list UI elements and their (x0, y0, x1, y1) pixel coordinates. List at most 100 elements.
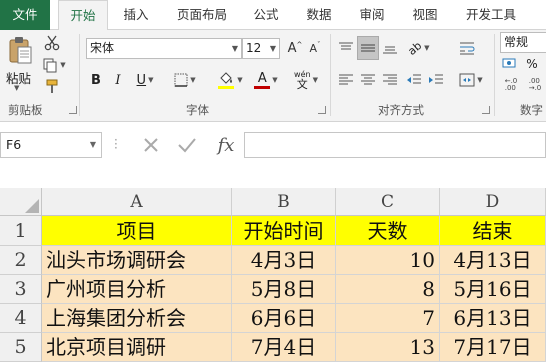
cut-icon[interactable] (42, 34, 62, 52)
merge-center-icon[interactable]: ▼ (456, 70, 486, 90)
tab-review[interactable]: 审阅 (352, 0, 392, 30)
font-color-button[interactable]: A ▼ (250, 68, 282, 92)
cell-b4[interactable]: 6月6日 (232, 304, 336, 333)
tab-insert[interactable]: 插入 (116, 0, 156, 30)
cell-c4[interactable]: 7 (336, 304, 440, 333)
group-divider (494, 34, 495, 116)
column-header-a[interactable]: A (42, 188, 232, 216)
align-right-icon[interactable] (380, 70, 400, 90)
copy-icon[interactable]: ▼ (42, 56, 66, 74)
enter-check-icon[interactable] (176, 134, 198, 156)
font-launcher-icon[interactable] (318, 106, 326, 114)
cell-b3[interactable]: 5月8日 (232, 275, 336, 304)
cell-a4[interactable]: 上海集团分析会 (42, 304, 232, 333)
cell-b1[interactable]: 开始时间 (232, 216, 336, 246)
wrap-text-icon[interactable] (456, 38, 478, 58)
column-header-b[interactable]: B (232, 188, 336, 216)
ribbon: 粘贴 ▼ ▼ 剪贴板 宋体 ▼ 12 ▼ A ^ Aˇ B I U ▼ ▼ ▼ … (0, 30, 546, 122)
formula-input[interactable] (244, 132, 546, 158)
row-header-5[interactable]: 5 (0, 333, 42, 362)
decrease-decimal-icon[interactable]: .00 →.0 (524, 76, 546, 94)
cell-c2[interactable]: 10 (336, 246, 440, 275)
cell-d5[interactable]: 7月17日 (440, 333, 546, 362)
borders-icon (174, 73, 188, 87)
orientation-icon[interactable]: ab ▼ (404, 38, 434, 58)
align-left-icon[interactable] (336, 70, 356, 90)
cell-c1[interactable]: 天数 (336, 216, 440, 246)
italic-button[interactable]: I (110, 70, 126, 90)
select-all-corner[interactable] (0, 188, 42, 216)
decrease-indent-icon[interactable] (404, 70, 424, 90)
cell-a5[interactable]: 北京项目调研 (42, 333, 232, 362)
cell-d2[interactable]: 4月13日 (440, 246, 546, 275)
caret-down-icon: ˇ (317, 40, 321, 49)
paste-dropdown-icon[interactable]: ▼ (14, 84, 19, 92)
font-name-value: 宋体 (90, 41, 115, 55)
cell-c5[interactable]: 13 (336, 333, 440, 362)
align-top-icon[interactable] (336, 38, 356, 58)
percent-icon[interactable]: % (522, 56, 542, 72)
row-header-1[interactable]: 1 (0, 216, 42, 246)
name-box-value: F6 (6, 137, 22, 152)
tab-developer[interactable]: 开发工具 (458, 0, 524, 30)
group-divider (330, 34, 331, 116)
align-bottom-icon[interactable] (380, 38, 400, 58)
grow-font-button[interactable]: A ^ (286, 38, 304, 59)
shrink-font-button[interactable]: Aˇ (306, 38, 324, 59)
paste-icon[interactable] (6, 36, 36, 66)
cell-c3[interactable]: 8 (336, 275, 440, 304)
number-format-select[interactable]: 常规 (500, 32, 546, 53)
font-color-swatch (254, 85, 271, 89)
fx-icon: fx (217, 134, 235, 156)
cell-b2[interactable]: 4月3日 (232, 246, 336, 275)
tab-data[interactable]: 数据 (298, 0, 340, 30)
underline-button[interactable]: U ▼ (130, 70, 160, 90)
tab-file[interactable]: 文件 (0, 0, 50, 30)
fill-color-button[interactable]: ▼ (214, 68, 246, 92)
cell-d3[interactable]: 5月16日 (440, 275, 546, 304)
align-center-icon[interactable] (358, 70, 378, 90)
format-painter-icon[interactable] (42, 78, 62, 96)
cell-a1[interactable]: 项目 (42, 216, 232, 246)
font-size-select[interactable]: 12 ▼ (242, 38, 280, 59)
insert-function-button[interactable]: fx (212, 133, 240, 157)
increase-decimal-icon[interactable]: ←.0.00 (500, 76, 522, 94)
resize-handle-icon[interactable]: · · · (114, 134, 118, 154)
fill-bucket-icon (218, 72, 235, 89)
row-header-3[interactable]: 3 (0, 275, 42, 304)
tab-home[interactable]: 开始 (58, 0, 108, 31)
name-box[interactable]: F6 ▼ (0, 132, 102, 158)
chevron-down-icon: ▼ (231, 44, 238, 53)
number-format-value: 常规 (504, 35, 529, 49)
column-header-d[interactable]: D (440, 188, 546, 216)
font-group-label: 字体 (186, 103, 209, 117)
formula-bar: F6 ▼ · · · fx (0, 128, 546, 164)
tab-view[interactable]: 视图 (405, 0, 445, 30)
cell-a2[interactable]: 汕头市场调研会 (42, 246, 232, 275)
align-middle-icon[interactable] (357, 36, 379, 60)
tab-page-layout[interactable]: 页面布局 (170, 0, 234, 30)
tab-formulas[interactable]: 公式 (246, 0, 286, 30)
cell-a3[interactable]: 广州项目分析 (42, 275, 232, 304)
phonetic-icon: 文 (296, 78, 308, 91)
cancel-icon[interactable] (140, 134, 162, 156)
cell-b5[interactable]: 7月4日 (232, 333, 336, 362)
cell-d4[interactable]: 6月13日 (440, 304, 546, 333)
caret-up-icon: ^ (296, 40, 303, 49)
row-header-4[interactable]: 4 (0, 304, 42, 333)
column-header-c[interactable]: C (336, 188, 440, 216)
row-header-2[interactable]: 2 (0, 246, 42, 275)
borders-button[interactable]: ▼ (170, 70, 200, 90)
group-divider (79, 34, 80, 116)
currency-icon[interactable] (500, 56, 520, 72)
phonetic-button[interactable]: wén 文 ▼ (290, 68, 322, 92)
cell-d1[interactable]: 结束 (440, 216, 546, 246)
clipboard-launcher-icon[interactable] (69, 106, 77, 114)
font-name-select[interactable]: 宋体 ▼ (86, 38, 242, 59)
formula-buttons: fx (128, 132, 244, 158)
chevron-down-icon: ▼ (89, 140, 96, 149)
increase-indent-icon[interactable] (426, 70, 446, 90)
alignment-group-label: 对齐方式 (378, 103, 424, 117)
alignment-launcher-icon[interactable] (482, 106, 490, 114)
bold-button[interactable]: B (88, 70, 104, 90)
